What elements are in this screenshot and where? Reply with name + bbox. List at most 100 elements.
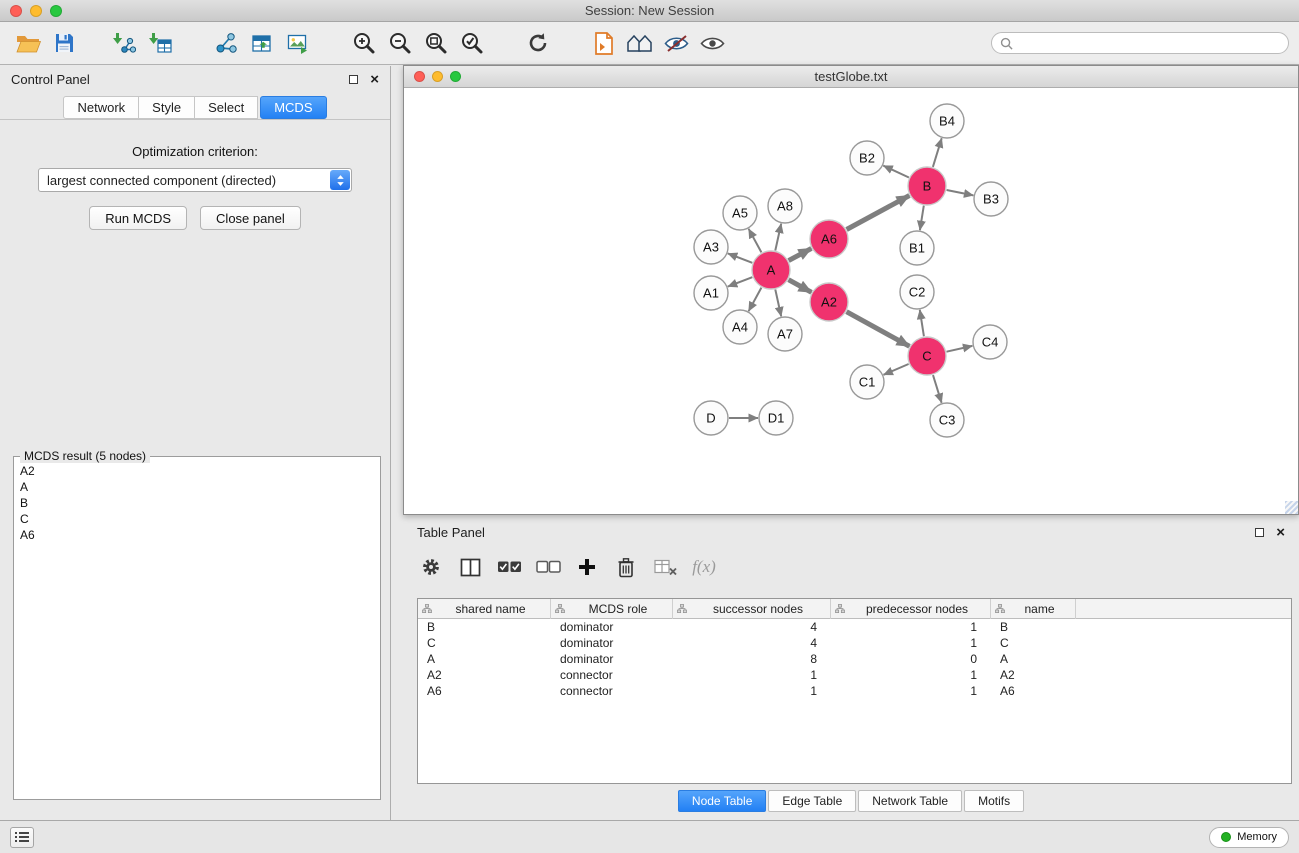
network-canvas[interactable]: B4B2BB3A5A8A6B1A3AC2A1A2A4A7C4CC1C3DD1 — [404, 88, 1298, 514]
tab-network[interactable]: Network — [63, 96, 139, 119]
optimization-criterion-select[interactable]: largest connected component (directed) — [38, 168, 352, 192]
edge-A-A1[interactable] — [728, 277, 753, 286]
cell-name[interactable]: A2 — [991, 667, 1076, 683]
cell-predecessor-nodes[interactable]: 1 — [831, 619, 991, 635]
edge-A-A2[interactable] — [789, 280, 812, 293]
node-C2[interactable]: C2 — [900, 275, 934, 309]
column-header-shared-name[interactable]: shared name — [418, 599, 551, 619]
edge-B-B2[interactable] — [883, 166, 909, 178]
tab-mcds[interactable]: MCDS — [260, 96, 326, 119]
node-A6[interactable]: A6 — [810, 220, 848, 258]
search-input[interactable] — [1018, 36, 1280, 50]
table-row[interactable]: Bdominator41B — [418, 619, 1291, 635]
new-network-button[interactable] — [208, 26, 244, 60]
zoom-network-window-icon[interactable] — [450, 71, 461, 82]
edge-B-B1[interactable] — [920, 206, 924, 231]
mcds-result-item[interactable]: A2 — [20, 463, 374, 479]
tab-motifs[interactable]: Motifs — [964, 790, 1024, 812]
cell-shared-name[interactable]: A6 — [418, 683, 551, 699]
node-A1[interactable]: A1 — [694, 276, 728, 310]
window-resize-grip[interactable] — [1285, 501, 1298, 514]
node-C1[interactable]: C1 — [850, 365, 884, 399]
table-row[interactable]: A2connector11A2 — [418, 667, 1291, 683]
zoom-window-icon[interactable] — [50, 5, 62, 17]
home-button[interactable] — [622, 26, 658, 60]
run-mcds-button[interactable]: Run MCDS — [89, 206, 187, 230]
node-B1[interactable]: B1 — [900, 231, 934, 265]
node-A2[interactable]: A2 — [810, 283, 848, 321]
edge-A-A7[interactable] — [775, 290, 781, 317]
cell-shared-name[interactable]: A2 — [418, 667, 551, 683]
close-network-window-icon[interactable] — [414, 71, 425, 82]
cell-shared-name[interactable]: A — [418, 651, 551, 667]
zoom-out-button[interactable] — [382, 26, 418, 60]
edge-C-C1[interactable] — [884, 364, 909, 375]
column-header-name[interactable]: name — [991, 599, 1076, 619]
open-session-button[interactable] — [10, 26, 46, 60]
node-C3[interactable]: C3 — [930, 403, 964, 437]
node-A7[interactable]: A7 — [768, 317, 802, 351]
cell-shared-name[interactable]: B — [418, 619, 551, 635]
cell-predecessor-nodes[interactable]: 1 — [831, 683, 991, 699]
cell-name[interactable]: A — [991, 651, 1076, 667]
edge-B-B3[interactable] — [947, 190, 974, 195]
node-A4[interactable]: A4 — [723, 310, 757, 344]
import-table-button[interactable] — [142, 26, 178, 60]
cell-name[interactable]: B — [991, 619, 1076, 635]
memory-button[interactable]: Memory — [1209, 827, 1289, 848]
refresh-view-button[interactable] — [520, 26, 556, 60]
cell-mcds-role[interactable]: connector — [551, 683, 673, 699]
mcds-result-item[interactable]: A — [20, 479, 374, 495]
network-window-controls[interactable] — [414, 71, 461, 82]
edge-C-C3[interactable] — [933, 375, 942, 403]
cell-successor-nodes[interactable]: 1 — [673, 667, 831, 683]
tab-style[interactable]: Style — [138, 96, 195, 119]
cell-predecessor-nodes[interactable]: 0 — [831, 651, 991, 667]
node-D[interactable]: D — [694, 401, 728, 435]
minimize-network-window-icon[interactable] — [432, 71, 443, 82]
cell-mcds-role[interactable]: connector — [551, 667, 673, 683]
tab-select[interactable]: Select — [194, 96, 258, 119]
cell-predecessor-nodes[interactable]: 1 — [831, 635, 991, 651]
node-B3[interactable]: B3 — [974, 182, 1008, 216]
new-table-button[interactable] — [244, 26, 280, 60]
node-B[interactable]: B — [908, 167, 946, 205]
tab-edge-table[interactable]: Edge Table — [768, 790, 856, 812]
zoom-fit-button[interactable] — [418, 26, 454, 60]
float-panel-button[interactable] — [349, 75, 358, 84]
show-columns-button[interactable] — [454, 551, 486, 583]
edge-A-A8[interactable] — [775, 224, 781, 251]
tab-node-table[interactable]: Node Table — [678, 790, 767, 812]
node-A[interactable]: A — [752, 251, 790, 289]
node-C4[interactable]: C4 — [973, 325, 1007, 359]
edge-A-A4[interactable] — [749, 288, 762, 312]
function-builder-button[interactable]: f(x) — [688, 551, 720, 583]
create-column-button[interactable] — [571, 551, 603, 583]
edge-A2-C[interactable] — [847, 312, 910, 347]
node-D1[interactable]: D1 — [759, 401, 793, 435]
save-session-button[interactable] — [46, 26, 82, 60]
zoom-in-button[interactable] — [346, 26, 382, 60]
node-A3[interactable]: A3 — [694, 230, 728, 264]
edge-B-B4[interactable] — [933, 138, 942, 167]
tab-network-table[interactable]: Network Table — [858, 790, 962, 812]
cell-mcds-role[interactable]: dominator — [551, 635, 673, 651]
node-B4[interactable]: B4 — [930, 104, 964, 138]
zoom-selected-button[interactable] — [454, 26, 490, 60]
cell-predecessor-nodes[interactable]: 1 — [831, 667, 991, 683]
edge-C-C4[interactable] — [947, 346, 973, 352]
cell-shared-name[interactable]: C — [418, 635, 551, 651]
node-A8[interactable]: A8 — [768, 189, 802, 223]
table-row[interactable]: A6connector11A6 — [418, 683, 1291, 699]
cell-mcds-role[interactable]: dominator — [551, 619, 673, 635]
edge-A6-B[interactable] — [847, 196, 910, 230]
float-table-panel-button[interactable] — [1255, 528, 1264, 537]
session-document-button[interactable] — [586, 26, 622, 60]
column-header-predecessor-nodes[interactable]: predecessor nodes — [831, 599, 991, 619]
cell-successor-nodes[interactable]: 8 — [673, 651, 831, 667]
edge-C-C2[interactable] — [920, 310, 924, 336]
cell-successor-nodes[interactable]: 1 — [673, 683, 831, 699]
window-controls[interactable] — [10, 5, 62, 17]
column-header-mcds-role[interactable]: MCDS role — [551, 599, 673, 619]
close-table-panel-icon[interactable]: × — [1276, 525, 1285, 540]
